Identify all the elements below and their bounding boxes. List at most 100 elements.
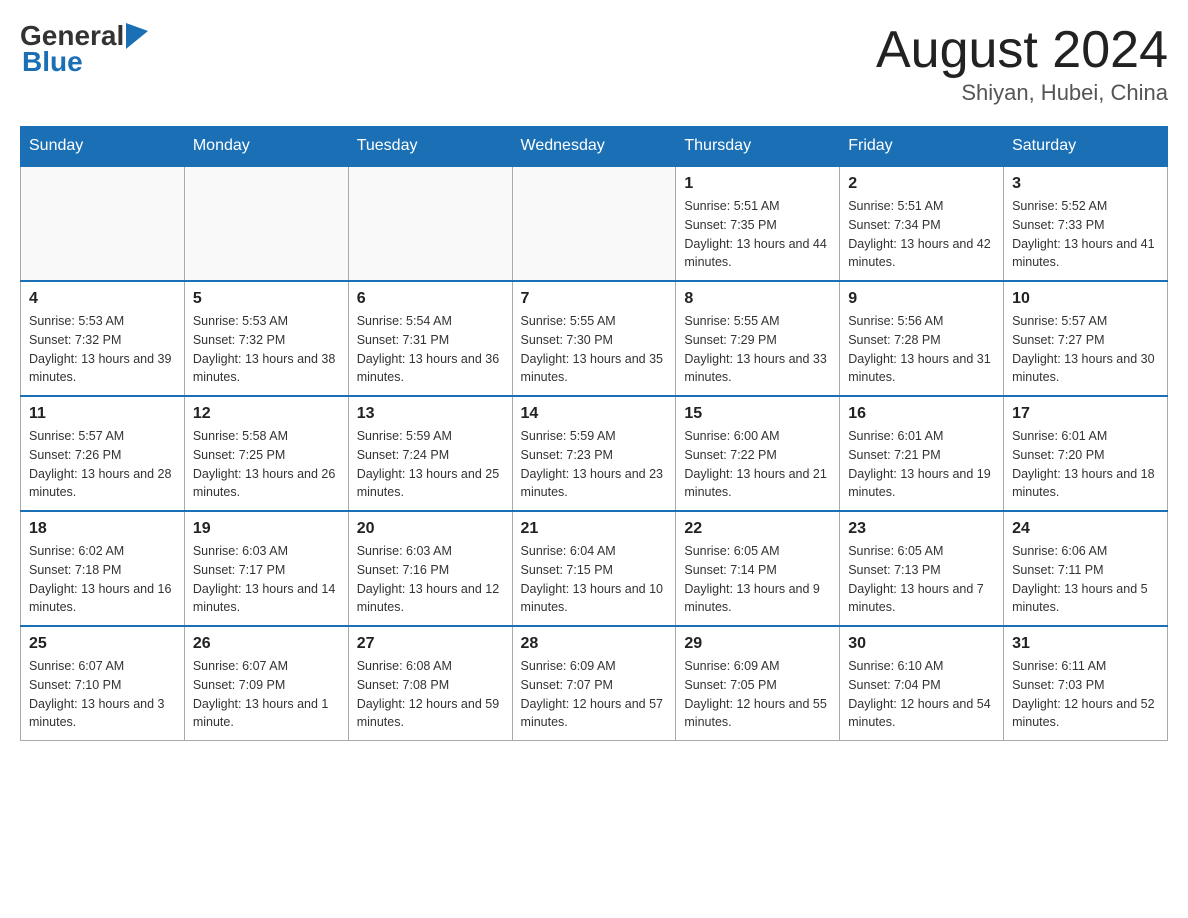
day-number: 18 (29, 520, 176, 538)
day-number: 15 (684, 405, 831, 423)
day-number: 1 (684, 175, 831, 193)
day-number: 28 (521, 635, 668, 653)
day-number: 2 (848, 175, 995, 193)
day-number: 3 (1012, 175, 1159, 193)
logo: General Blue (20, 20, 148, 78)
day-info: Sunrise: 5:56 AMSunset: 7:28 PMDaylight:… (848, 312, 995, 387)
day-info: Sunrise: 6:02 AMSunset: 7:18 PMDaylight:… (29, 542, 176, 617)
day-info: Sunrise: 6:07 AMSunset: 7:10 PMDaylight:… (29, 657, 176, 732)
day-number: 21 (521, 520, 668, 538)
calendar-cell: 21 Sunrise: 6:04 AMSunset: 7:15 PMDayligh… (512, 511, 676, 626)
calendar-cell: 25 Sunrise: 6:07 AMSunset: 7:10 PMDayligh… (21, 626, 185, 741)
calendar-cell: 13Sunrise: 5:59 AMSunset: 7:24 PMDayligh… (348, 396, 512, 511)
calendar-cell (348, 166, 512, 281)
day-number: 4 (29, 290, 176, 308)
day-info: Sunrise: 5:55 AMSunset: 7:29 PMDaylight:… (684, 312, 831, 387)
day-number: 23 (848, 520, 995, 538)
day-info: Sunrise: 5:57 AMSunset: 7:26 PMDaylight:… (29, 427, 176, 502)
day-info: Sunrise: 5:51 AMSunset: 7:34 PMDaylight:… (848, 197, 995, 272)
day-info: Sunrise: 6:00 AMSunset: 7:22 PMDaylight:… (684, 427, 831, 502)
day-info: Sunrise: 6:06 AMSunset: 7:11 PMDaylight:… (1012, 542, 1159, 617)
day-number: 6 (357, 290, 504, 308)
day-number: 31 (1012, 635, 1159, 653)
day-info: Sunrise: 5:57 AMSunset: 7:27 PMDaylight:… (1012, 312, 1159, 387)
day-info: Sunrise: 6:09 AMSunset: 7:07 PMDaylight:… (521, 657, 668, 732)
day-of-week-header: Friday (840, 127, 1004, 167)
calendar-cell: 31 Sunrise: 6:11 AMSunset: 7:03 PMDayligh… (1004, 626, 1168, 741)
location-text: Shiyan, Hubei, China (876, 80, 1168, 106)
calendar-cell: 10 Sunrise: 5:57 AMSunset: 7:27 PMDayligh… (1004, 281, 1168, 396)
day-info: Sunrise: 6:08 AMSunset: 7:08 PMDaylight:… (357, 657, 504, 732)
week-row: 4 Sunrise: 5:53 AMSunset: 7:32 PMDaylight… (21, 281, 1168, 396)
calendar-cell: 29 Sunrise: 6:09 AMSunset: 7:05 PMDayligh… (676, 626, 840, 741)
day-info: Sunrise: 5:54 AMSunset: 7:31 PMDaylight:… (357, 312, 504, 387)
month-title: August 2024 (876, 20, 1168, 80)
day-info: Sunrise: 5:52 AMSunset: 7:33 PMDaylight:… (1012, 197, 1159, 272)
calendar-cell: 3 Sunrise: 5:52 AMSunset: 7:33 PMDaylight… (1004, 166, 1168, 281)
calendar-cell: 23 Sunrise: 6:05 AMSunset: 7:13 PMDayligh… (840, 511, 1004, 626)
day-number: 25 (29, 635, 176, 653)
calendar-cell (21, 166, 185, 281)
calendar-header-row: SundayMondayTuesdayWednesdayThursdayFrid… (21, 127, 1168, 167)
calendar-cell: 17Sunrise: 6:01 AMSunset: 7:20 PMDayligh… (1004, 396, 1168, 511)
logo-flag-icon (126, 23, 148, 49)
calendar-cell: 22 Sunrise: 6:05 AMSunset: 7:14 PMDayligh… (676, 511, 840, 626)
calendar-cell: 11 Sunrise: 5:57 AMSunset: 7:26 PMDayligh… (21, 396, 185, 511)
day-of-week-header: Sunday (21, 127, 185, 167)
calendar-cell: 1Sunrise: 5:51 AMSunset: 7:35 PMDaylight… (676, 166, 840, 281)
day-number: 11 (29, 405, 176, 423)
day-number: 29 (684, 635, 831, 653)
day-number: 14 (521, 405, 668, 423)
day-number: 16 (848, 405, 995, 423)
calendar-table: SundayMondayTuesdayWednesdayThursdayFrid… (20, 126, 1168, 741)
day-number: 5 (193, 290, 340, 308)
calendar-cell: 24 Sunrise: 6:06 AMSunset: 7:11 PMDayligh… (1004, 511, 1168, 626)
calendar-cell (184, 166, 348, 281)
day-info: Sunrise: 6:05 AMSunset: 7:14 PMDaylight:… (684, 542, 831, 617)
logo-blue-text: Blue (22, 46, 83, 78)
week-row: 11 Sunrise: 5:57 AMSunset: 7:26 PMDayligh… (21, 396, 1168, 511)
day-number: 24 (1012, 520, 1159, 538)
day-info: Sunrise: 5:55 AMSunset: 7:30 PMDaylight:… (521, 312, 668, 387)
page-header: General Blue August 2024 Shiyan, Hubei, … (20, 20, 1168, 106)
calendar-cell: 6 Sunrise: 5:54 AMSunset: 7:31 PMDaylight… (348, 281, 512, 396)
calendar-cell: 16 Sunrise: 6:01 AMSunset: 7:21 PMDayligh… (840, 396, 1004, 511)
day-info: Sunrise: 6:10 AMSunset: 7:04 PMDaylight:… (848, 657, 995, 732)
day-number: 13 (357, 405, 504, 423)
calendar-cell: 8 Sunrise: 5:55 AMSunset: 7:29 PMDaylight… (676, 281, 840, 396)
day-number: 20 (357, 520, 504, 538)
calendar-cell: 14Sunrise: 5:59 AMSunset: 7:23 PMDayligh… (512, 396, 676, 511)
calendar-cell: 5Sunrise: 5:53 AMSunset: 7:32 PMDaylight… (184, 281, 348, 396)
day-number: 9 (848, 290, 995, 308)
day-number: 10 (1012, 290, 1159, 308)
day-info: Sunrise: 6:05 AMSunset: 7:13 PMDaylight:… (848, 542, 995, 617)
calendar-cell: 15 Sunrise: 6:00 AMSunset: 7:22 PMDayligh… (676, 396, 840, 511)
calendar-cell: 4 Sunrise: 5:53 AMSunset: 7:32 PMDaylight… (21, 281, 185, 396)
day-of-week-header: Monday (184, 127, 348, 167)
day-info: Sunrise: 5:58 AMSunset: 7:25 PMDaylight:… (193, 427, 340, 502)
day-of-week-header: Thursday (676, 127, 840, 167)
calendar-cell: 9 Sunrise: 5:56 AMSunset: 7:28 PMDaylight… (840, 281, 1004, 396)
day-info: Sunrise: 6:03 AMSunset: 7:16 PMDaylight:… (357, 542, 504, 617)
day-number: 22 (684, 520, 831, 538)
calendar-cell: 7Sunrise: 5:55 AMSunset: 7:30 PMDaylight… (512, 281, 676, 396)
calendar-cell: 2 Sunrise: 5:51 AMSunset: 7:34 PMDaylight… (840, 166, 1004, 281)
title-block: August 2024 Shiyan, Hubei, China (876, 20, 1168, 106)
day-info: Sunrise: 6:04 AMSunset: 7:15 PMDaylight:… (521, 542, 668, 617)
day-of-week-header: Saturday (1004, 127, 1168, 167)
day-number: 30 (848, 635, 995, 653)
day-number: 8 (684, 290, 831, 308)
day-number: 26 (193, 635, 340, 653)
week-row: 25 Sunrise: 6:07 AMSunset: 7:10 PMDayligh… (21, 626, 1168, 741)
day-info: Sunrise: 6:09 AMSunset: 7:05 PMDaylight:… (684, 657, 831, 732)
calendar-cell (512, 166, 676, 281)
calendar-cell: 26Sunrise: 6:07 AMSunset: 7:09 PMDayligh… (184, 626, 348, 741)
calendar-cell: 18 Sunrise: 6:02 AMSunset: 7:18 PMDayligh… (21, 511, 185, 626)
day-info: Sunrise: 6:03 AMSunset: 7:17 PMDaylight:… (193, 542, 340, 617)
day-number: 19 (193, 520, 340, 538)
day-info: Sunrise: 5:53 AMSunset: 7:32 PMDaylight:… (29, 312, 176, 387)
day-info: Sunrise: 6:11 AMSunset: 7:03 PMDaylight:… (1012, 657, 1159, 732)
week-row: 1Sunrise: 5:51 AMSunset: 7:35 PMDaylight… (21, 166, 1168, 281)
day-info: Sunrise: 6:01 AMSunset: 7:21 PMDaylight:… (848, 427, 995, 502)
day-of-week-header: Wednesday (512, 127, 676, 167)
